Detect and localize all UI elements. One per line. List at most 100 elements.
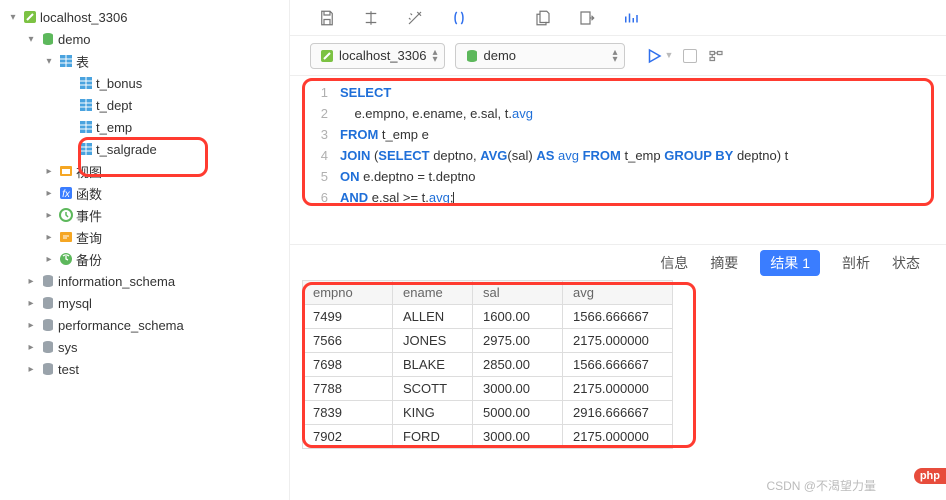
backups-icon [56, 251, 76, 267]
run-icon[interactable] [645, 47, 663, 65]
database-icon [38, 361, 58, 377]
format-icon[interactable] [362, 9, 380, 27]
updown-icon: ▴▾ [432, 49, 437, 63]
connection-icon [317, 48, 337, 64]
database-node-sys[interactable]: ▸ sys [0, 336, 289, 358]
database-node-mysql[interactable]: ▸ mysql [0, 292, 289, 314]
table-icon [76, 119, 96, 135]
stop-button[interactable] [683, 49, 697, 63]
table-row[interactable]: 7902FORD3000.002175.000000 [303, 425, 673, 449]
save-icon[interactable] [318, 9, 336, 27]
chevron-right-icon: ▸ [24, 342, 38, 353]
tab-info[interactable]: 信息 [660, 253, 688, 273]
connection-node[interactable]: ▾ localhost_3306 [0, 6, 289, 28]
connection-select[interactable]: localhost_3306 ▴▾ [310, 43, 445, 69]
folder-label: 视图 [76, 162, 102, 181]
sidebar: ▾ localhost_3306 ▾ demo ▾ 表 t_bonus t_dep… [0, 0, 290, 500]
connection-label: localhost_3306 [40, 10, 127, 25]
tab-analyze[interactable]: 剖析 [842, 253, 870, 273]
toolbar-actions [290, 0, 946, 36]
tables-folder[interactable]: ▾ 表 [0, 50, 289, 72]
tab-summary[interactable]: 摘要 [710, 253, 738, 273]
database-node-information_schema[interactable]: ▸ information_schema [0, 270, 289, 292]
folder-views[interactable]: ▸视图 [0, 160, 289, 182]
table-icon [76, 97, 96, 113]
views-icon [56, 163, 76, 179]
table-icon [76, 141, 96, 157]
sql-editor[interactable]: 1SELECT 2 e.empno, e.ename, e.sal, t.avg… [290, 76, 946, 214]
table-icon [76, 75, 96, 91]
updown-icon: ▴▾ [612, 49, 617, 63]
watermark: CSDN @不渴望力量 [766, 477, 876, 494]
table-row[interactable]: 7499ALLEN1600.001566.666667 [303, 305, 673, 329]
connection-icon [20, 9, 40, 25]
chevron-right-icon: ▸ [24, 320, 38, 331]
table-row[interactable]: 7698BLAKE2850.001566.666667 [303, 353, 673, 377]
chevron-right-icon: ▸ [42, 232, 56, 243]
functions-icon: fx [56, 185, 76, 201]
database-icon [38, 339, 58, 355]
table-node-t_emp[interactable]: t_emp [0, 116, 289, 138]
folder-functions[interactable]: ▸fx函数 [0, 182, 289, 204]
col-empno[interactable]: empno [303, 281, 393, 305]
database-label: sys [58, 340, 78, 355]
database-node-performance_schema[interactable]: ▸ performance_schema [0, 314, 289, 336]
database-icon [462, 48, 482, 64]
folder-label: 函数 [76, 184, 102, 203]
database-icon [38, 317, 58, 333]
col-avg[interactable]: avg [563, 281, 673, 305]
php-badge: php [914, 468, 946, 484]
chevron-right-icon: ▸ [24, 298, 38, 309]
database-select[interactable]: demo ▴▾ [455, 43, 625, 69]
chevron-right-icon: ▸ [24, 276, 38, 287]
database-label: performance_schema [58, 318, 184, 333]
folder-label: 查询 [76, 228, 102, 247]
col-sal[interactable]: sal [473, 281, 563, 305]
result-tabs: 信息 摘要 结果 1 剖析 状态 [290, 244, 946, 280]
table-row[interactable]: 7566JONES2975.002175.000000 [303, 329, 673, 353]
tab-status[interactable]: 状态 [892, 253, 920, 273]
database-node[interactable]: ▾ demo [0, 28, 289, 50]
database-icon [38, 273, 58, 289]
results-table[interactable]: empno ename sal avg 7499ALLEN1600.001566… [302, 280, 673, 449]
parens-icon[interactable] [450, 9, 468, 27]
chevron-right-icon: ▸ [42, 210, 56, 221]
wand-icon[interactable] [406, 9, 424, 27]
table-row[interactable]: 7788SCOTT3000.002175.000000 [303, 377, 673, 401]
svg-text:fx: fx [62, 189, 71, 200]
queries-icon [56, 229, 76, 245]
chart-icon[interactable] [622, 9, 640, 27]
run-dropdown-icon[interactable]: ▼ [665, 50, 674, 60]
folder-label: 事件 [76, 206, 102, 225]
table-label: t_dept [96, 98, 132, 113]
folder-backups[interactable]: ▸ 备份 [0, 248, 289, 270]
database-label: information_schema [58, 274, 175, 289]
export-icon[interactable] [578, 9, 596, 27]
folder-events[interactable]: ▸ 事件 [0, 204, 289, 226]
chevron-down-icon: ▾ [24, 34, 38, 45]
col-ename[interactable]: ename [393, 281, 473, 305]
chevron-right-icon: ▸ [24, 364, 38, 375]
table-node-t_salgrade[interactable]: t_salgrade [0, 138, 289, 160]
chevron-right-icon: ▸ [42, 254, 56, 265]
copy-icon[interactable] [534, 9, 552, 27]
database-node-test[interactable]: ▸ test [0, 358, 289, 380]
database-label: test [58, 362, 79, 377]
table-label: t_emp [96, 120, 132, 135]
database-label: mysql [58, 296, 92, 311]
table-row[interactable]: 7839KING5000.002916.666667 [303, 401, 673, 425]
tab-results[interactable]: 结果 1 [760, 250, 820, 276]
database-label: demo [58, 32, 91, 47]
table-node-t_dept[interactable]: t_dept [0, 94, 289, 116]
folder-queries[interactable]: ▸ 查询 [0, 226, 289, 248]
table-node-t_bonus[interactable]: t_bonus [0, 72, 289, 94]
chevron-down-icon: ▾ [42, 56, 56, 67]
folder-label: 备份 [76, 250, 102, 269]
explain-icon[interactable] [707, 47, 725, 65]
table-group-icon [56, 53, 76, 69]
chevron-down-icon: ▾ [6, 12, 20, 23]
tables-folder-label: 表 [76, 52, 89, 71]
database-icon [38, 295, 58, 311]
database-icon [38, 31, 58, 47]
table-label: t_bonus [96, 76, 142, 91]
